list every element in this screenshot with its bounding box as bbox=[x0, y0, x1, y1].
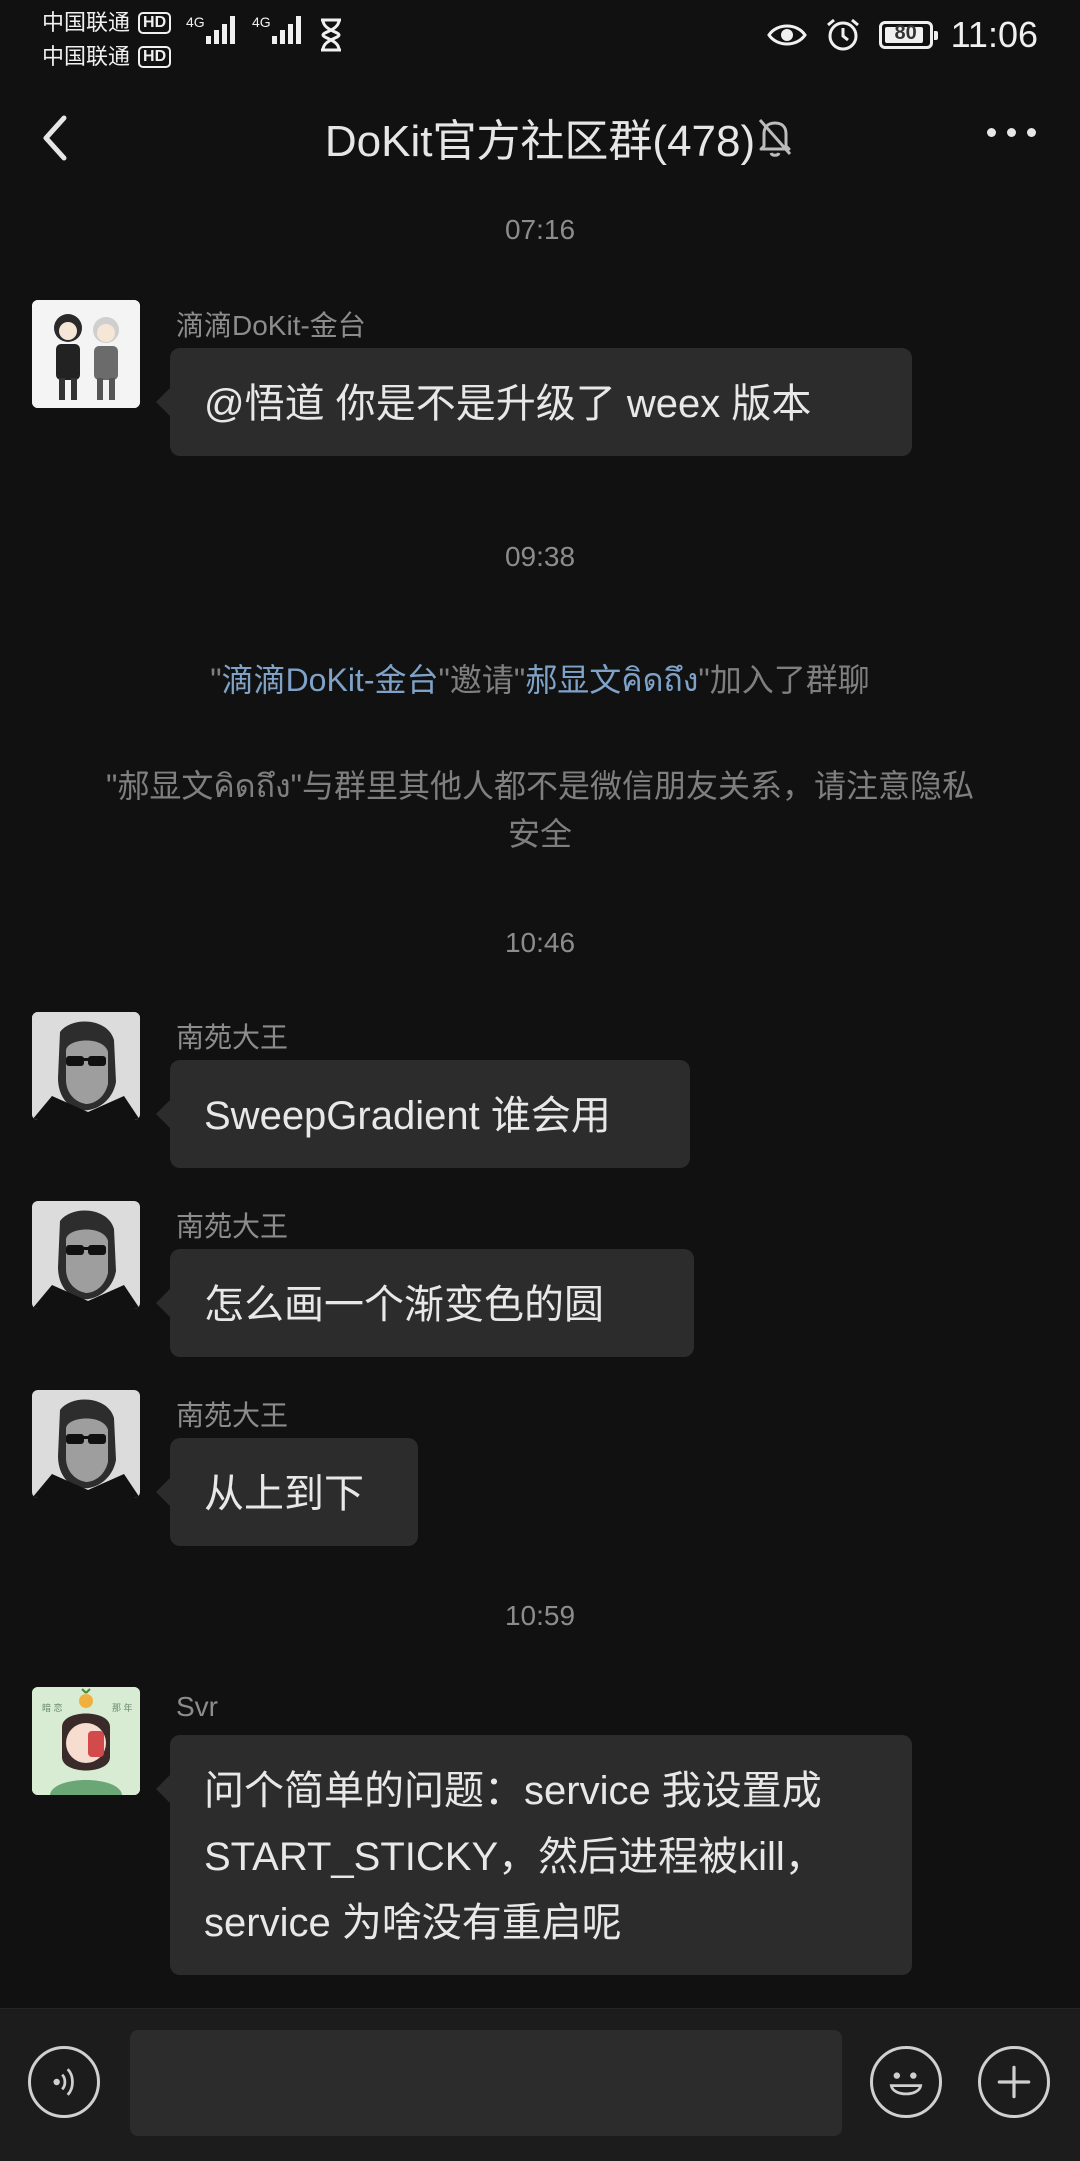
message-bubble[interactable]: 怎么画一个渐变色的圆 bbox=[156, 1249, 694, 1357]
status-bar-carriers: 中国联通 HD 中国联通 HD bbox=[42, 6, 172, 74]
signal-icon-1 bbox=[206, 16, 235, 44]
message-bubble[interactable]: SweepGradient 谁会用 bbox=[156, 1060, 690, 1168]
signal-icon-2 bbox=[272, 16, 301, 44]
timestamp: 07:16 bbox=[504, 214, 576, 245]
avatar[interactable] bbox=[32, 1012, 140, 1120]
svg-text:那 年: 那 年 bbox=[112, 1702, 133, 1713]
battery-icon: 80 bbox=[878, 21, 938, 49]
carrier-2: 中国联通 bbox=[42, 44, 131, 69]
message-input[interactable] bbox=[130, 2030, 842, 2136]
alarm-icon bbox=[826, 18, 859, 51]
carrier-1: 中国联通 bbox=[42, 10, 131, 35]
clock: 11:06 bbox=[950, 14, 1038, 55]
notice-quote: " bbox=[210, 662, 222, 698]
inviter-link[interactable]: 滴滴DoKit-金台 bbox=[222, 662, 439, 698]
battery-level: 80 bbox=[894, 22, 917, 44]
notice-invite-text: "邀请" bbox=[438, 662, 526, 698]
timestamp: 09:38 bbox=[504, 541, 576, 572]
sender-name: 南苑大王 bbox=[176, 1211, 289, 1242]
status-bar-right: 80 11:06 bbox=[766, 14, 1038, 56]
hourglass-icon bbox=[321, 18, 341, 52]
plus-icon[interactable] bbox=[978, 2046, 1050, 2118]
notice-joined-text: "加入了群聊 bbox=[698, 662, 870, 698]
message-bubble[interactable]: @悟道 你是不是升级了 weex 版本 bbox=[156, 348, 912, 456]
network-label-1: 4G bbox=[186, 14, 205, 30]
emoji-icon[interactable] bbox=[870, 2046, 942, 2118]
sender-name: 滴滴DoKit-金台 bbox=[176, 310, 366, 341]
avatar[interactable]: 暗 恋 那 年 bbox=[32, 1687, 140, 1795]
system-invite-notice: "滴滴DoKit-金台"邀请"郝显文คิดถึง"加入了群聊 bbox=[80, 656, 1000, 704]
avatar[interactable] bbox=[32, 300, 140, 408]
hd-badge-2: HD bbox=[138, 46, 172, 68]
message-bubble[interactable]: 问个简单的问题：service 我设置成 START_STICKY，然后进程被k… bbox=[156, 1735, 912, 1975]
sender-name: 南苑大王 bbox=[176, 1400, 289, 1431]
invitee-link[interactable]: 郝显文คิดถึง bbox=[525, 662, 698, 698]
hd-badge-1: HD bbox=[138, 12, 172, 34]
message-bubble[interactable]: 从上到下 bbox=[156, 1438, 418, 1546]
mute-bell-icon bbox=[758, 119, 792, 157]
sender-name: 南苑大王 bbox=[176, 1022, 289, 1053]
avatar[interactable] bbox=[32, 1390, 140, 1498]
timestamp: 10:59 bbox=[504, 1600, 576, 1631]
network-label-2: 4G bbox=[252, 14, 271, 30]
svg-text:暗 恋: 暗 恋 bbox=[42, 1702, 63, 1713]
system-privacy-notice: "郝显文คิดถึง"与群里其他人都不是微信朋友关系，请注意隐私安全 bbox=[106, 768, 974, 852]
sender-name: Svr bbox=[176, 1691, 218, 1722]
more-dots-icon[interactable] bbox=[987, 128, 1036, 137]
eye-icon bbox=[766, 24, 807, 46]
chat-title: DoKit官方社区群(478) bbox=[324, 117, 756, 166]
avatar[interactable] bbox=[32, 1201, 140, 1309]
voice-icon[interactable] bbox=[28, 2046, 100, 2118]
timestamp: 10:46 bbox=[504, 927, 576, 958]
